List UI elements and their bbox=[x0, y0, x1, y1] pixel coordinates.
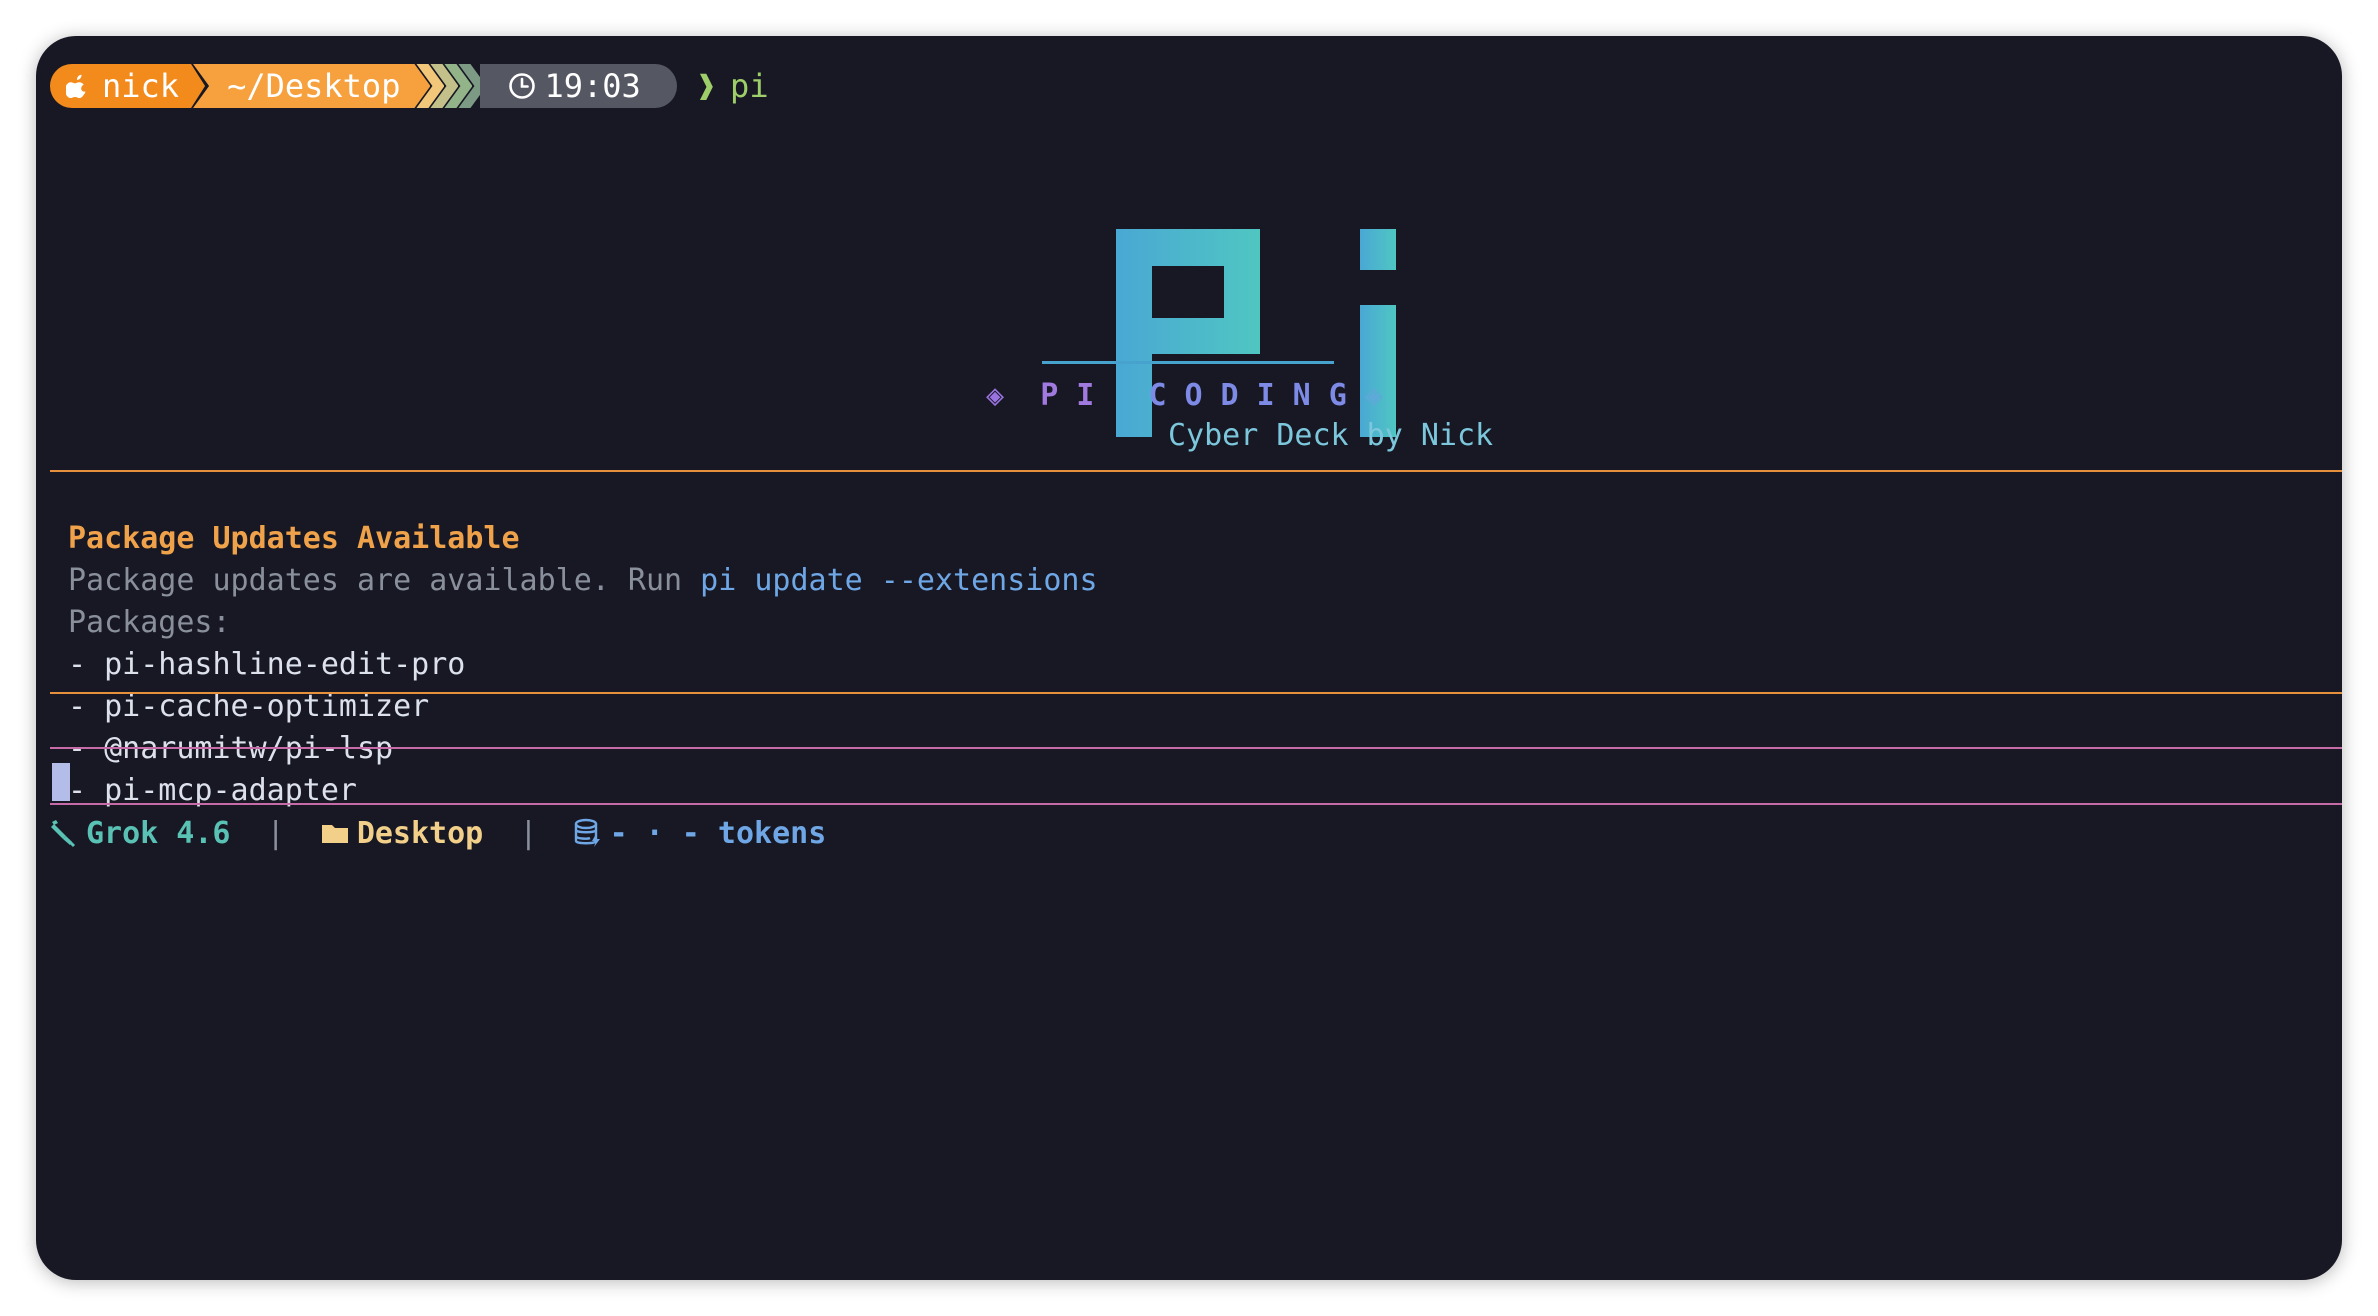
status-bar: Grok 4.6 | Desktop | - · - tokens bbox=[50, 812, 826, 854]
updates-message: Package updates are available. Run pi up… bbox=[68, 560, 1098, 602]
status-separator bbox=[231, 816, 267, 851]
rocket-icon bbox=[51, 820, 76, 848]
prompt-input[interactable] bbox=[50, 749, 2342, 803]
updates-message-text: Package updates are available. Run bbox=[68, 563, 701, 598]
status-tokens: - · - tokens bbox=[609, 815, 827, 851]
title-pi: PI bbox=[1040, 378, 1113, 413]
divider bbox=[50, 692, 2342, 694]
package-item: - pi-hashline-edit-pro bbox=[68, 647, 466, 682]
status-model: Grok 4.6 bbox=[86, 815, 231, 851]
updates-title: Package Updates Available bbox=[68, 521, 520, 556]
app-title: ◈ PI CODING◈ bbox=[986, 378, 1383, 413]
title-coding: CODING bbox=[1148, 378, 1365, 413]
status-separator: | bbox=[266, 815, 285, 851]
folder-icon bbox=[321, 825, 348, 843]
status-directory: Desktop bbox=[356, 815, 484, 851]
app-subtitle: Cyber Deck by Nick bbox=[1168, 418, 1494, 453]
packages-label: Packages: bbox=[68, 605, 231, 640]
divider bbox=[50, 470, 2342, 472]
database-icon bbox=[574, 818, 600, 847]
updates-command: pi update --extensions bbox=[700, 563, 1098, 598]
status-separator: | bbox=[519, 815, 538, 851]
title-underline bbox=[1042, 361, 1334, 364]
terminal-window: nick ~/Desktop 19:03 ❱ pi ◈ PI CODING◈ C… bbox=[36, 36, 2342, 1280]
diamond-icon: ◈ bbox=[986, 378, 1005, 413]
editor-bottom-border bbox=[50, 803, 2342, 805]
logo-letter-i-dot bbox=[1360, 229, 1396, 270]
text-cursor bbox=[52, 763, 70, 801]
diamond-icon: ◈ bbox=[1364, 378, 1383, 413]
